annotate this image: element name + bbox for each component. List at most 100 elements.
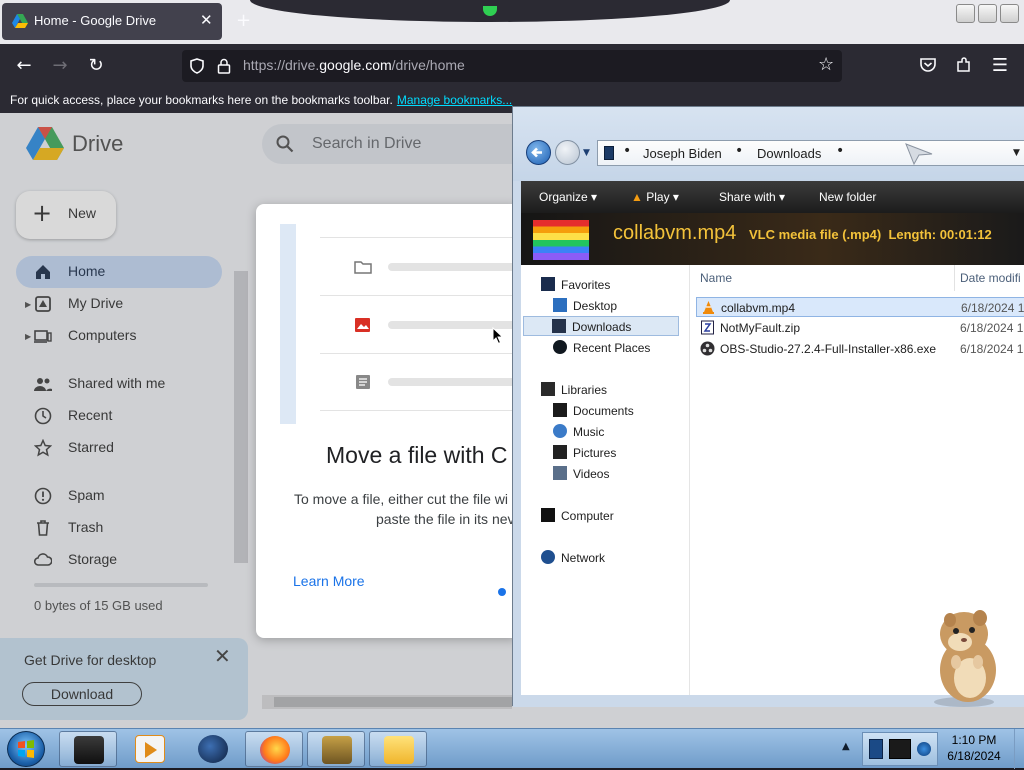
hamster-desktop-pet-icon[interactable] [920, 604, 1010, 708]
nav-videos[interactable]: Videos [553, 464, 683, 484]
file-row[interactable]: NotMyFault.zip 6/18/2024 12 [696, 318, 1024, 338]
taskbar-item-media-player[interactable] [121, 731, 179, 767]
move-file-tip-dialog: Move a file with C To move a file, eithe… [256, 204, 516, 638]
recent-pages-chevron-icon[interactable]: ▼ [583, 148, 590, 158]
file-row[interactable]: collabvm.mp4 6/18/2024 1: [696, 297, 1024, 317]
videos-icon [553, 466, 567, 480]
browser-tab-strip: Home - Google Drive ✕ + [0, 0, 1024, 44]
illustration-divider [320, 410, 516, 411]
manage-bookmarks-link[interactable]: Manage bookmarks... [397, 93, 512, 107]
google-drive-favicon-icon [12, 14, 28, 28]
arrow-pointer-decoration-icon [905, 143, 933, 165]
minimize-window-icon[interactable] [956, 4, 975, 23]
extensions-puzzle-icon[interactable] [955, 56, 973, 74]
nav-recent-places[interactable]: Recent Places [553, 338, 683, 358]
illustration-divider [320, 237, 516, 238]
network-globe-icon [541, 550, 555, 564]
illustration-divider [320, 295, 516, 296]
browser-nav-bar: ← → ↻ https://drive.google.com/drive/hom… [0, 44, 1024, 88]
show-hidden-icons-icon[interactable]: ▲ [842, 741, 850, 752]
folder-explorer-icon [384, 736, 414, 764]
breadcrumb-item[interactable]: Downloads [757, 146, 821, 161]
pocket-icon[interactable] [919, 56, 937, 74]
reload-icon[interactable]: ↻ [84, 54, 108, 78]
nav-pictures[interactable]: Pictures [553, 443, 683, 463]
video-thumbnail [533, 220, 589, 260]
column-header-date[interactable]: Date modifi [960, 271, 1021, 285]
bookmark-star-icon[interactable]: ☆ [818, 54, 834, 75]
box-app-icon [322, 736, 352, 764]
windows-taskbar: ▲ 1:10 PM 6/18/2024 [0, 728, 1024, 769]
nav-music[interactable]: Music [553, 422, 683, 442]
explorer-command-bar: Organize ▾ ▲ Play ▾ Share with ▾ New fol… [521, 181, 1024, 213]
shield-icon[interactable] [189, 58, 205, 74]
file-date: 6/18/2024 12 [960, 321, 1024, 335]
vlc-cone-icon: ▲ [631, 190, 643, 204]
breadcrumb-separator[interactable]: • [623, 143, 631, 159]
learn-more-link[interactable]: Learn More [293, 573, 365, 589]
tray-network-icon[interactable] [917, 742, 931, 756]
explorer-forward-icon[interactable] [555, 140, 580, 165]
taskbar-clock[interactable]: 1:10 PM 6/18/2024 [938, 732, 1010, 764]
new-folder-button[interactable]: New folder [819, 190, 876, 204]
recent-places-icon [553, 340, 567, 354]
illustration-bar [388, 378, 516, 386]
dialog-body-line: paste the file in its nev [376, 511, 515, 527]
menu-hamburger-icon[interactable]: ☰ [988, 54, 1012, 78]
address-bar[interactable]: https://drive.google.com/drive/home ☆ [182, 50, 842, 82]
explorer-address-bar[interactable]: • Joseph Biden • Downloads • ▼ [597, 140, 1024, 166]
clock-time: 1:10 PM [951, 733, 997, 747]
breadcrumb-item[interactable]: Joseph Biden [643, 146, 722, 161]
black-box-app-icon [74, 736, 104, 764]
column-divider[interactable] [954, 265, 955, 291]
close-window-icon[interactable] [1000, 4, 1019, 23]
nav-desktop[interactable]: Desktop [553, 296, 683, 316]
lock-icon[interactable] [217, 58, 231, 74]
taskbar-item-firefox[interactable] [245, 731, 303, 767]
taskbar-item-app-1[interactable] [59, 731, 117, 767]
forward-arrow-icon[interactable]: → [48, 54, 72, 78]
address-dropdown-icon[interactable]: ▼ [1013, 148, 1020, 158]
browser-tab-google-drive[interactable]: Home - Google Drive ✕ [2, 3, 222, 40]
maximize-window-icon[interactable] [978, 4, 997, 23]
desktop-icon [553, 298, 567, 312]
nav-downloads[interactable]: Downloads [523, 316, 679, 336]
url-text[interactable]: https://drive.google.com/drive/home [243, 57, 465, 73]
organize-button[interactable]: Organize ▾ [539, 190, 597, 204]
new-tab-icon[interactable]: + [236, 10, 251, 31]
back-arrow-icon[interactable]: ← [12, 54, 36, 78]
play-button[interactable]: ▲ Play ▾ [631, 190, 679, 204]
tray-app-icon[interactable] [869, 739, 883, 759]
breadcrumb-separator[interactable]: • [735, 143, 743, 159]
nav-network[interactable]: Network [541, 548, 681, 568]
globe-app-icon [198, 735, 228, 763]
obs-icon [700, 341, 715, 356]
music-icon [553, 424, 567, 438]
document-file-icon [356, 375, 370, 389]
show-desktop-button[interactable] [1014, 729, 1024, 769]
start-button[interactable] [7, 731, 45, 767]
bookmarks-message: For quick access, place your bookmarks h… [10, 93, 513, 107]
taskbar-item-explorer[interactable] [369, 731, 427, 767]
tab-title: Home - Google Drive [34, 13, 157, 28]
tray-monitor-icon[interactable] [889, 739, 911, 759]
illustration-divider [320, 353, 516, 354]
share-with-button[interactable]: Share with ▾ [719, 190, 785, 204]
nav-libraries[interactable]: Libraries [541, 380, 681, 400]
pagination-dot[interactable] [498, 588, 506, 596]
taskbar-item-globe[interactable] [184, 731, 242, 767]
dialog-title: Move a file with C [326, 442, 508, 468]
nav-documents[interactable]: Documents [553, 401, 683, 421]
taskbar-item-bonzi[interactable] [307, 731, 365, 767]
computer-location-icon [604, 146, 614, 160]
libraries-icon [541, 382, 555, 396]
nav-favorites[interactable]: Favorites [541, 275, 681, 295]
zip-icon [701, 320, 714, 335]
breadcrumb-separator[interactable]: • [836, 143, 844, 159]
column-header-name[interactable]: Name [700, 271, 732, 285]
close-tab-icon[interactable]: ✕ [200, 11, 213, 29]
vlc-icon [703, 301, 714, 314]
explorer-back-icon[interactable] [526, 140, 551, 165]
nav-computer[interactable]: Computer [541, 506, 681, 526]
file-row[interactable]: OBS-Studio-27.2.4-Full-Installer-x86.exe… [696, 339, 1024, 359]
